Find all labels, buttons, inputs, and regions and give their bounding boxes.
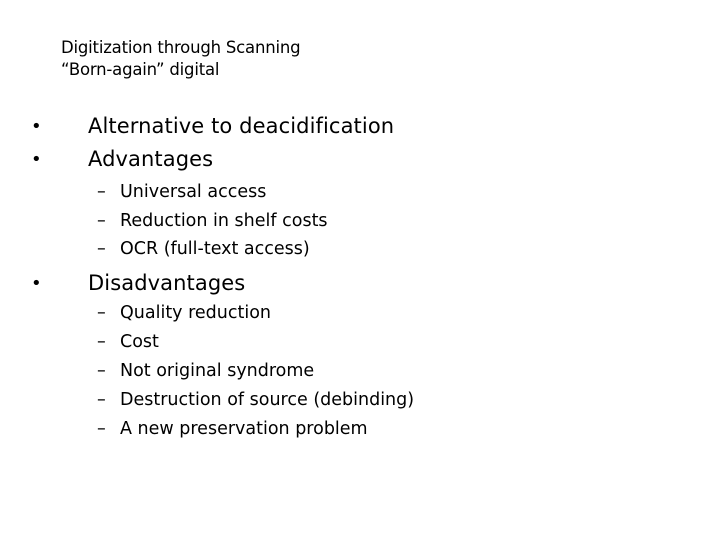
dash-icon: –: [97, 332, 106, 352]
dash-icon: –: [97, 390, 106, 410]
bullet-text: Alternative to deacidification: [88, 114, 395, 138]
dash-icon: –: [97, 211, 106, 231]
sub-item-text: Quality reduction: [120, 303, 272, 323]
dash-icon: –: [97, 361, 106, 381]
sub-item-text: A new preservation problem: [120, 419, 368, 439]
dash-icon: –: [97, 239, 106, 259]
title-line-1: Digitization through Scanning: [61, 38, 301, 57]
bullet-icon: •: [31, 116, 42, 137]
bullet-text: Disadvantages: [88, 271, 246, 295]
dash-icon: –: [97, 419, 106, 439]
sub-item-text: Destruction of source (debinding): [120, 390, 415, 410]
sub-item-text: Cost: [120, 332, 159, 352]
dash-icon: –: [97, 303, 106, 323]
sub-item-text: Reduction in shelf costs: [120, 211, 328, 231]
dash-icon: –: [97, 182, 106, 202]
sub-item-text: OCR (full-text access): [120, 239, 310, 259]
sub-item-text: Universal access: [120, 182, 267, 202]
title-line-2: “Born-again” digital: [61, 60, 220, 79]
sub-item-text: Not original syndrome: [120, 361, 315, 381]
bullet-text: Advantages: [88, 147, 214, 171]
slide-title: Digitization through Scanning “Born-agai…: [61, 37, 301, 81]
slide: Digitization through Scanning “Born-agai…: [0, 0, 720, 540]
bullet-icon: •: [31, 273, 42, 294]
bullet-icon: •: [31, 149, 42, 170]
